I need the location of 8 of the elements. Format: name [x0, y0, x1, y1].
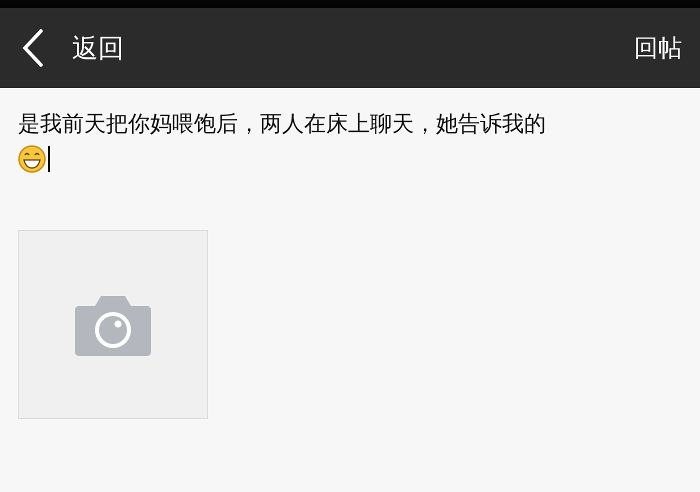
camera-icon — [75, 294, 151, 356]
post-text: 是我前天把你妈喂饱后，两人在床上聊天，她告诉我的 — [18, 111, 547, 139]
image-placeholder[interactable] — [18, 230, 208, 419]
grin-emoji-icon — [18, 145, 46, 173]
chevron-left-icon — [22, 29, 44, 67]
reply-button[interactable]: 回帖 — [634, 32, 682, 64]
text-cursor — [48, 146, 50, 172]
back-button[interactable]: 返回 — [22, 29, 124, 67]
